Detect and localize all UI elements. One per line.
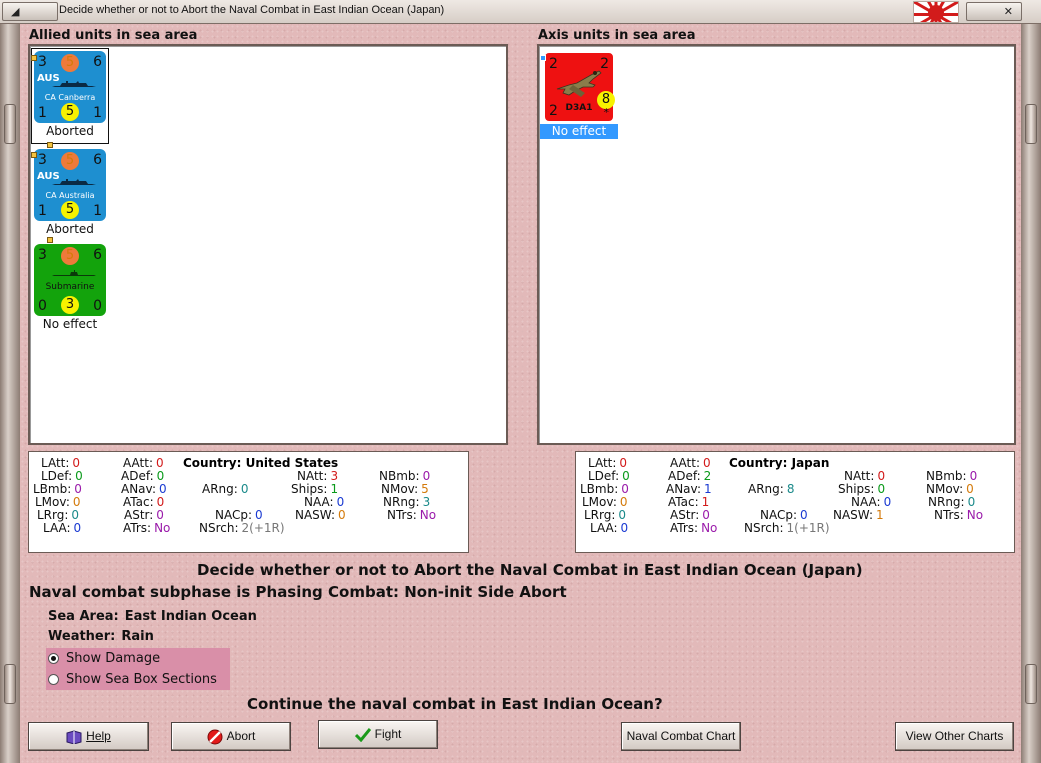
window-title: Decide whether or not to Abort the Naval…: [59, 4, 445, 16]
show-sea-box-sections-radio[interactable]: Show Sea Box Sections: [46, 669, 230, 690]
status-marker-icon: [47, 142, 53, 148]
unit-submarine[interactable]: 3 5 6 Submarine 0 3 0 No effect: [31, 237, 109, 332]
sea-area-line: Sea Area: East Indian Ocean: [48, 609, 257, 624]
naval-combat-chart-button[interactable]: Naval Combat Chart: [621, 722, 741, 751]
view-other-charts-button[interactable]: View Other Charts: [895, 722, 1014, 751]
allied-country: Country: United States: [183, 456, 339, 470]
ship-counter[interactable]: 3 5 6 AUS CA Australia 1 5 1: [34, 149, 106, 221]
dialog-body: Allied units in sea area 3 5 6 AUS CA Ca…: [20, 24, 1021, 763]
allied-units-area: 3 5 6 AUS CA Canberra 1 5 1 Aborted 3 5 …: [28, 44, 508, 445]
cruiser-icon: [52, 179, 96, 185]
allied-stats-panel: LAtt: 0 LDef: 0 LBmb: 0 LMov: 0 LRrg: 0 LAA: 0…: [28, 451, 469, 553]
system-menu-button[interactable]: ◢: [2, 2, 58, 21]
status-marker-icon: [31, 152, 37, 158]
main-heading: Decide whether or not to Abort the Naval…: [197, 561, 863, 579]
left-frame: [0, 24, 20, 763]
checkmark-icon: [354, 727, 371, 742]
stop-icon: [207, 729, 223, 745]
cruiser-icon: [52, 81, 96, 87]
close-button[interactable]: ✕: [966, 2, 1022, 21]
weather-line: Weather: Rain: [48, 629, 154, 644]
continue-question: Continue the naval combat in East Indian…: [247, 695, 663, 713]
unit-status: Aborted: [46, 124, 94, 138]
book-icon: [66, 730, 82, 744]
radio-unchecked-icon[interactable]: [48, 674, 59, 685]
status-marker-icon: [47, 237, 53, 243]
japan-flag-icon: [913, 1, 959, 23]
plane-counter[interactable]: 2 2 8 D3A1 2 *: [543, 51, 615, 123]
axis-stats-panel: LAtt: 0 LDef: 0 LBmb: 0 LMov: 0 LRrg: 0 LAA: 0…: [575, 451, 1015, 553]
right-frame: [1021, 24, 1041, 763]
status-marker-icon: [31, 55, 37, 61]
allied-units-title: Allied units in sea area: [29, 28, 198, 43]
unit-status: No effect: [42, 317, 98, 331]
radio-checked-icon[interactable]: [48, 653, 59, 664]
title-bar: ◢ Decide whether or not to Abort the Nav…: [0, 0, 1041, 24]
subphase-text: Naval combat subphase is Phasing Combat:…: [29, 583, 567, 601]
submarine-counter[interactable]: 3 5 6 Submarine 0 3 0: [34, 244, 106, 316]
unit-status: No effect: [540, 124, 618, 139]
abort-button[interactable]: Abort: [171, 722, 291, 751]
axis-country: Country: Japan: [729, 456, 830, 470]
ship-counter[interactable]: 3 5 6 AUS CA Canberra 1 5 1: [34, 51, 106, 123]
axis-units-area: 2 2 8 D3A1 2 * No effect: [537, 44, 1016, 445]
unit-ca-canberra[interactable]: 3 5 6 AUS CA Canberra 1 5 1 Aborted: [31, 48, 109, 144]
unit-d3a1[interactable]: 2 2 8 D3A1 2 * No effect: [540, 51, 618, 139]
unit-status: Aborted: [46, 222, 94, 236]
show-damage-radio[interactable]: Show Damage: [46, 648, 230, 669]
help-button[interactable]: Help: [28, 722, 149, 751]
selection-marker-icon: [540, 55, 546, 61]
axis-units-title: Axis units in sea area: [538, 28, 696, 43]
unit-ca-australia[interactable]: 3 5 6 AUS CA Australia 1 5 1 Aborted: [31, 142, 109, 237]
fight-button[interactable]: Fight: [318, 720, 438, 749]
submarine-icon: [52, 270, 96, 276]
